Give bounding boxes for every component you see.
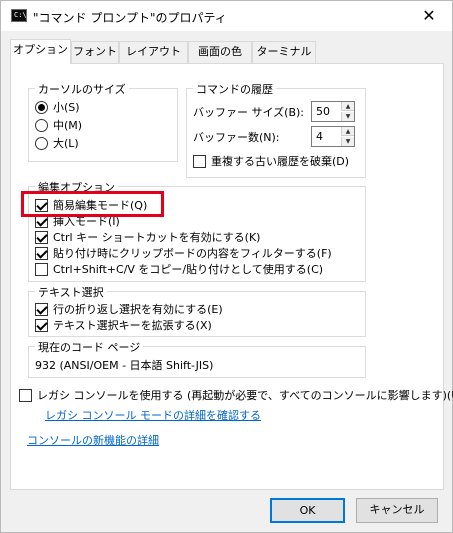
filter-paste-checkbox[interactable] bbox=[35, 247, 48, 260]
ctrl-shift-copy-checkbox[interactable] bbox=[35, 263, 48, 276]
line-wrap-label: 行の折り返し選択を有効にする(E) bbox=[53, 303, 223, 316]
tab-colors[interactable]: 画面の色 bbox=[188, 41, 252, 63]
spin-up-icon[interactable]: ▲ bbox=[341, 127, 354, 136]
edit-options-label: 編集オプション bbox=[35, 179, 118, 195]
spin-down-icon[interactable]: ▼ bbox=[341, 137, 354, 146]
options-panel: カーソルのサイズ 小(S) 中(M) 大(L) コマンドの履歴 バッファー サイ… bbox=[10, 63, 453, 490]
close-icon: ✕ bbox=[422, 6, 436, 25]
console-icon: C:\_ bbox=[11, 9, 31, 22]
cursor-size-medium-label: 中(M) bbox=[53, 119, 83, 132]
legacy-console-checkbox[interactable] bbox=[19, 389, 32, 402]
cursor-size-group: カーソルのサイズ 小(S) 中(M) 大(L) bbox=[28, 81, 178, 162]
cursor-size-small-label: 小(S) bbox=[53, 101, 80, 114]
code-page-label: 現在のコード ページ bbox=[35, 339, 144, 355]
insert-mode-label: 挿入モード(I) bbox=[53, 215, 120, 228]
extended-keys-checkbox[interactable] bbox=[35, 319, 48, 332]
radio-medium[interactable] bbox=[35, 119, 48, 132]
code-page-value: 932 (ANSI/OEM - 日本語 Shift-JIS) bbox=[35, 359, 214, 372]
buffer-size-value[interactable]: 50 bbox=[316, 105, 330, 118]
cursor-size-label: カーソルのサイズ bbox=[35, 81, 129, 97]
ok-button[interactable]: OK bbox=[270, 498, 345, 523]
buffer-size-spinner[interactable]: 50 ▲ ▼ bbox=[311, 101, 355, 122]
tab-layout[interactable]: レイアウト bbox=[119, 41, 188, 63]
command-history-group: コマンドの履歴 バッファー サイズ(B): 50 ▲ ▼ バッファー数(N): … bbox=[186, 81, 366, 178]
new-features-link[interactable]: コンソールの新機能の詳細 bbox=[27, 432, 159, 448]
quick-edit-label: 簡易編集モード(Q) bbox=[53, 199, 148, 212]
text-selection-group: テキスト選択 行の折り返し選択を有効にする(E) テキスト選択キーを拡張する(X… bbox=[28, 284, 366, 337]
ctrl-shortcuts-label: Ctrl キー ショートカットを有効にする(K) bbox=[53, 231, 261, 244]
code-page-group: 現在のコード ページ 932 (ANSI/OEM - 日本語 Shift-JIS… bbox=[28, 339, 366, 378]
text-selection-label: テキスト選択 bbox=[35, 284, 107, 300]
quick-edit-checkbox[interactable] bbox=[35, 199, 48, 212]
window-title: "コマンド プロンプト"のプロパティ bbox=[33, 11, 227, 25]
spin-up-icon[interactable]: ▲ bbox=[341, 102, 354, 111]
spin-down-icon[interactable]: ▼ bbox=[341, 112, 354, 121]
insert-mode-checkbox[interactable] bbox=[35, 215, 48, 228]
tab-font[interactable]: フォント bbox=[71, 41, 119, 63]
tab-options[interactable]: オプション bbox=[10, 39, 71, 64]
ctrl-shift-copy-label: Ctrl+Shift+C/V をコピー/貼り付けとして使用する(C) bbox=[53, 263, 324, 276]
buffer-count-label: バッファー数(N): bbox=[193, 131, 280, 144]
ctrl-shortcuts-checkbox[interactable] bbox=[35, 231, 48, 244]
radio-small[interactable] bbox=[35, 101, 48, 114]
filter-paste-label: 貼り付け時にクリップボードの内容をフィルターする(F) bbox=[53, 247, 332, 260]
legacy-console-label: レガシ コンソールを使用する (再起動が必要で、すべてのコンソールに影響します)… bbox=[37, 389, 453, 402]
buffer-count-spinner[interactable]: 4 ▲ ▼ bbox=[311, 126, 355, 147]
cursor-size-large-label: 大(L) bbox=[53, 137, 79, 150]
extended-keys-label: テキスト選択キーを拡張する(X) bbox=[53, 319, 212, 332]
discard-duplicates-label: 重複する古い履歴を破棄(D) bbox=[211, 155, 350, 168]
cancel-button[interactable]: キャンセル bbox=[356, 498, 438, 523]
title-bar[interactable]: C:\_ "コマンド プロンプト"のプロパティ ✕ bbox=[1, 1, 452, 31]
radio-large[interactable] bbox=[35, 137, 48, 150]
discard-duplicates-checkbox[interactable] bbox=[193, 155, 206, 168]
close-button[interactable]: ✕ bbox=[406, 1, 452, 31]
buffer-count-value[interactable]: 4 bbox=[316, 130, 323, 143]
tab-terminal[interactable]: ターミナル bbox=[252, 41, 316, 63]
properties-dialog: C:\_ "コマンド プロンプト"のプロパティ ✕ オプション フォント レイア… bbox=[0, 0, 453, 533]
command-history-label: コマンドの履歴 bbox=[193, 81, 276, 97]
legacy-console-details-link[interactable]: レガシ コンソール モードの詳細を確認する bbox=[45, 407, 261, 423]
buffer-size-label: バッファー サイズ(B): bbox=[193, 106, 305, 119]
edit-options-group: 編集オプション 簡易編集モード(Q) 挿入モード(I) Ctrl キー ショート… bbox=[28, 179, 366, 282]
line-wrap-checkbox[interactable] bbox=[35, 303, 48, 316]
